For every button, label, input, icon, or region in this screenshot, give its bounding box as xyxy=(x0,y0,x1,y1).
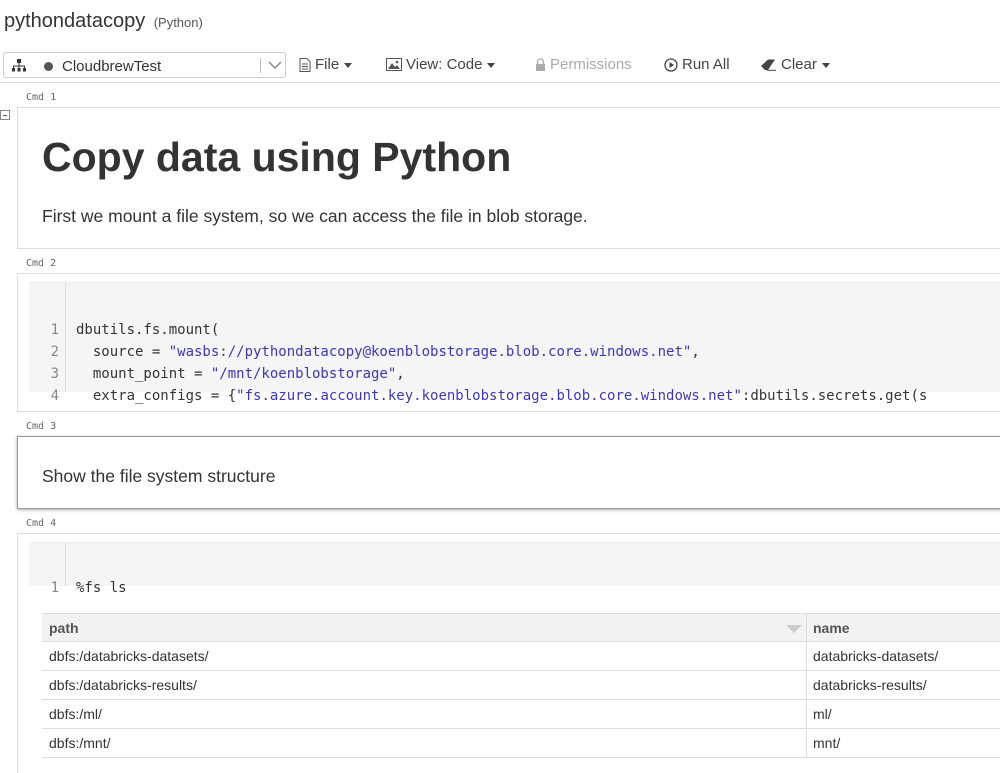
file-menu-button[interactable]: File xyxy=(299,56,353,73)
image-icon xyxy=(386,58,402,71)
cluster-name: CloudbrewTest xyxy=(62,58,162,75)
cmd-2-label: Cmd 2 xyxy=(26,258,57,269)
notebook-title-row: pythondatacopy (Python) xyxy=(4,10,203,33)
caret-down-icon xyxy=(344,63,353,68)
clear-label: Clear xyxy=(781,56,817,73)
markdown-cell-3[interactable]: Show the file system structure xyxy=(17,436,1000,509)
notebook-language: (Python) xyxy=(153,15,203,30)
column-header-name[interactable]: name xyxy=(813,614,850,642)
column-divider xyxy=(806,642,807,671)
table-cell: ml/ xyxy=(813,706,832,722)
view-label: View: Code xyxy=(406,56,483,73)
cell-paragraph: First we mount a file system, so we can … xyxy=(42,206,588,226)
table-row: dbfs:/ml/ ml/ xyxy=(42,700,1000,729)
notebook-title[interactable]: pythondatacopy xyxy=(4,10,145,32)
view-menu-button[interactable]: View: Code xyxy=(386,56,496,73)
run-all-button[interactable]: Run All xyxy=(664,56,730,73)
cell-heading: Copy data using Python xyxy=(42,134,512,180)
permissions-button[interactable]: Permissions xyxy=(535,56,632,73)
lock-icon xyxy=(536,58,545,71)
markdown-cell-1[interactable]: Copy data using Python First we mount a … xyxy=(17,107,1000,249)
code-line: 3 mount_point = "/mnt/koenblobstorage", xyxy=(50,366,405,382)
column-divider xyxy=(806,671,807,700)
table-row: dbfs:/databricks-datasets/ databricks-da… xyxy=(42,642,1000,671)
column-divider xyxy=(806,700,807,729)
cluster-status-dot xyxy=(44,62,53,71)
table-row: dbfs:/mnt/ mnt/ xyxy=(42,729,1000,758)
code-cell-2[interactable]: 1 dbutils.fs.mount( 2 source = "wasbs://p… xyxy=(17,273,1000,412)
caret-down-icon xyxy=(487,63,496,68)
column-divider[interactable] xyxy=(806,614,807,643)
clear-menu-button[interactable]: Clear xyxy=(760,56,830,73)
cluster-icon xyxy=(12,59,26,72)
table-cell: databricks-datasets/ xyxy=(813,648,939,664)
file-icon xyxy=(299,57,311,72)
run-all-label: Run All xyxy=(682,56,730,73)
eraser-icon xyxy=(761,59,776,71)
table-cell: dbfs:/databricks-datasets/ xyxy=(49,648,209,664)
code-line: 1 %fs ls xyxy=(50,580,127,596)
code-cell-4[interactable]: 1 %fs ls path name dbfs:/databricks-datas… xyxy=(17,533,1000,773)
table-cell: databricks-results/ xyxy=(813,677,927,693)
column-divider xyxy=(806,729,807,758)
permissions-label: Permissions xyxy=(550,56,632,73)
cmd-3-label: Cmd 3 xyxy=(26,421,57,432)
cell-paragraph: Show the file system structure xyxy=(42,466,276,486)
chevron-down-icon xyxy=(268,61,282,70)
code-line: 4 extra_configs = {"fs.azure.account.key… xyxy=(50,388,928,404)
table-cell: mnt/ xyxy=(813,735,841,751)
code-line: 2 source = "wasbs://pythondatacopy@koenb… xyxy=(50,344,700,360)
sort-icon[interactable] xyxy=(786,625,802,633)
caret-down-icon xyxy=(821,63,830,68)
table-cell: dbfs:/ml/ xyxy=(49,706,102,722)
notebook-toolbar: CloudbrewTest File View: Code Permission… xyxy=(0,50,1000,82)
play-circle-icon xyxy=(664,57,678,72)
table-cell: dbfs:/mnt/ xyxy=(49,735,111,751)
table-header: path name xyxy=(42,613,1000,643)
column-header-path[interactable]: path xyxy=(49,614,79,642)
select-separator xyxy=(260,58,261,73)
collapse-icon[interactable] xyxy=(0,110,10,120)
code-editor[interactable]: 1 dbutils.fs.mount( 2 source = "wasbs://p… xyxy=(29,282,1000,404)
cluster-select[interactable]: CloudbrewTest xyxy=(3,52,286,78)
toolbar-divider xyxy=(0,82,1000,83)
cmd-1-label: Cmd 1 xyxy=(26,92,57,103)
table-row: dbfs:/databricks-results/ databricks-res… xyxy=(42,671,1000,700)
code-line: 1 dbutils.fs.mount( xyxy=(50,322,220,338)
table-cell: dbfs:/databricks-results/ xyxy=(49,677,197,693)
cmd-4-label: Cmd 4 xyxy=(26,518,57,529)
file-label: File xyxy=(315,56,340,73)
code-editor[interactable]: 1 %fs ls xyxy=(29,542,1000,596)
